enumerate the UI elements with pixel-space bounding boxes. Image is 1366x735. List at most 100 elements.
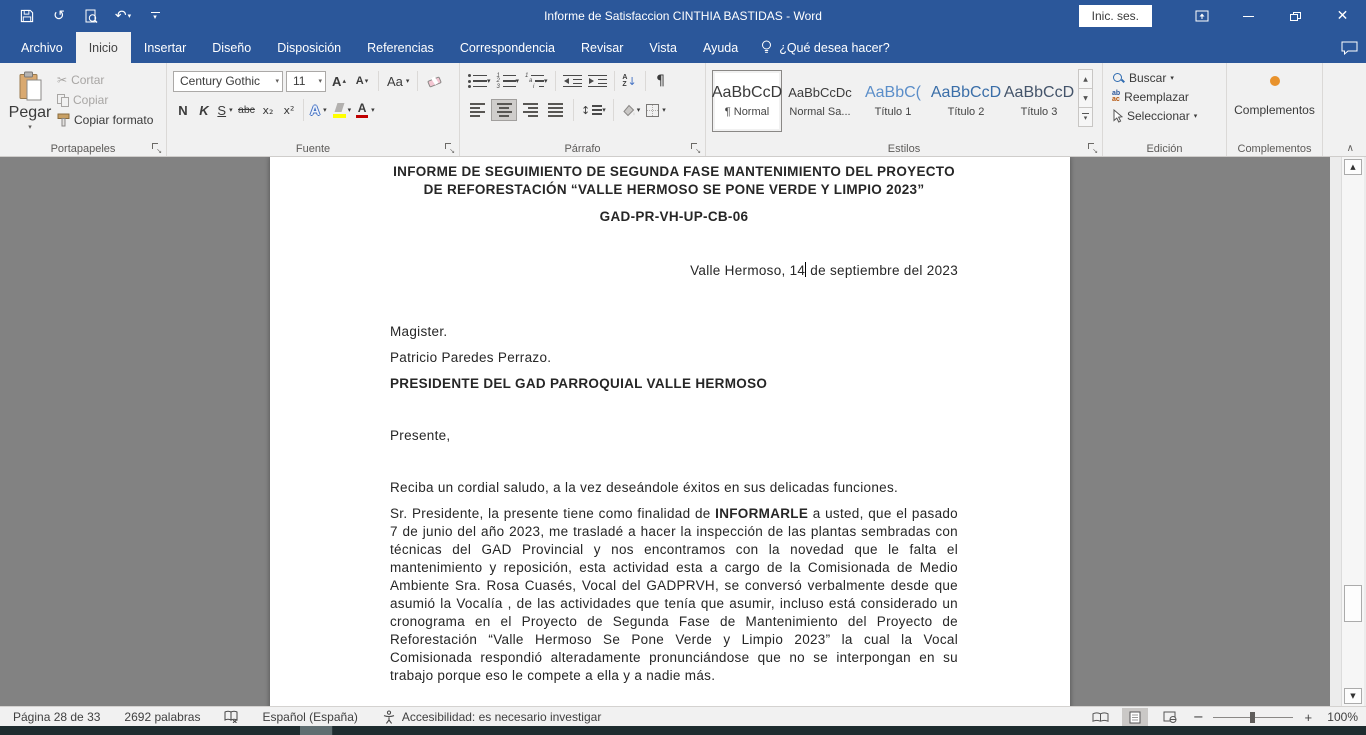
restore-button[interactable] — [1272, 0, 1319, 32]
tab-revisar[interactable]: Revisar — [568, 32, 636, 63]
format-painter-button[interactable]: Copiar formato — [54, 112, 156, 128]
cut-button[interactable]: ✂Cortar — [54, 72, 156, 88]
align-left-button[interactable] — [466, 100, 490, 120]
tab-disposicion[interactable]: Disposición — [264, 32, 354, 63]
minimize-button[interactable] — [1225, 0, 1272, 32]
collapse-ribbon-button[interactable]: ∧ — [1347, 143, 1354, 154]
save-button[interactable] — [14, 4, 40, 28]
view-print-layout-button[interactable] — [1122, 708, 1148, 726]
scroll-down-button[interactable]: ▼ — [1344, 688, 1362, 704]
scroll-thumb[interactable] — [1344, 585, 1362, 622]
signin-button[interactable]: Inic. ses. — [1079, 5, 1152, 27]
font-color-button[interactable]: A▾ — [354, 99, 377, 121]
show-marks-button[interactable]: ¶ — [651, 70, 671, 92]
find-button[interactable]: Buscar▾ — [1109, 70, 1222, 86]
tab-archivo[interactable]: Archivo — [8, 32, 76, 63]
tab-diseno[interactable]: Diseño — [199, 32, 264, 63]
shrink-font-button[interactable]: A▾ — [352, 70, 372, 92]
addins-button[interactable] — [1227, 76, 1322, 86]
tab-ayuda[interactable]: Ayuda — [690, 32, 751, 63]
dialog-launcher-paragraph[interactable] — [690, 142, 701, 153]
bold-button[interactable]: N — [173, 99, 193, 121]
styles-scroll-up-button[interactable]: ▲ — [1078, 69, 1093, 89]
grow-font-button[interactable]: A▴ — [329, 70, 349, 92]
dialog-launcher-clipboard[interactable] — [151, 142, 162, 153]
dialog-launcher-font[interactable] — [444, 142, 455, 153]
zoom-slider-thumb[interactable] — [1250, 712, 1255, 723]
clear-formatting-button[interactable] — [424, 70, 444, 92]
zoom-percentage[interactable]: 100% — [1327, 710, 1358, 724]
font-name-combo[interactable]: Century Gothic▾ — [173, 71, 283, 92]
styles-scroll-down-button[interactable]: ▼ — [1078, 88, 1093, 108]
text-effects-button[interactable]: A▾ — [308, 99, 329, 121]
doc-code[interactable]: GAD-PR-VH-UP-CB-06 — [390, 208, 958, 226]
borders-button[interactable]: ▾ — [644, 99, 668, 121]
status-page-info[interactable]: Página 28 de 33 — [13, 710, 100, 724]
align-right-button[interactable] — [518, 100, 542, 120]
doc-title[interactable]: INFORME DE SEGUIMIENTO DE SEGUNDA FASE M… — [390, 163, 958, 199]
style-card-titulo-2[interactable]: AaBbCcDTítulo 2 — [931, 70, 1001, 132]
style-card-normal[interactable]: AaBbCcD¶ Normal — [712, 70, 782, 132]
line-spacing-button[interactable]: ↕▾ — [579, 99, 608, 121]
bullets-button[interactable]: ▾ — [466, 70, 493, 92]
feedback-button[interactable] — [1341, 32, 1358, 63]
redo-button[interactable]: ↺ — [46, 4, 72, 28]
dialog-launcher-styles[interactable] — [1087, 142, 1098, 153]
underline-button[interactable]: S▾ — [215, 99, 235, 121]
vertical-scrollbar[interactable]: ▲ ▼ — [1341, 157, 1364, 706]
status-word-count[interactable]: 2692 palabras — [124, 710, 200, 724]
multilevel-list-button[interactable]: 1ai ▾ — [523, 70, 550, 92]
doc-salutation[interactable]: Presente, — [390, 427, 958, 445]
italic-button[interactable]: K — [194, 99, 214, 121]
view-web-layout-button[interactable] — [1157, 708, 1183, 726]
tell-me-box[interactable]: ¿Qué desea hacer? — [751, 32, 900, 63]
qat-customize-button[interactable]: ▾ — [142, 4, 168, 28]
undo-button[interactable]: ↶▾ — [110, 4, 136, 28]
highlight-button[interactable]: ▾ — [330, 99, 354, 121]
tab-correspondencia[interactable]: Correspondencia — [447, 32, 568, 63]
doc-body-paragraph[interactable]: Sr. Presidente, la presente tiene como f… — [390, 505, 958, 685]
doc-addressee-3[interactable]: PRESIDENTE DEL GAD PARROQUIAL VALLE HERM… — [390, 375, 958, 393]
status-accessibility[interactable]: Accesibilidad: es necesario investigar — [382, 710, 601, 724]
strikethrough-button[interactable]: abc — [236, 99, 257, 121]
style-card-normal-sa[interactable]: AaBbCcDcNormal Sa... — [785, 70, 855, 132]
style-card-titulo-3[interactable]: AaBbCcDTítulo 3 — [1004, 70, 1074, 132]
replace-button[interactable]: abacReemplazar — [1109, 89, 1222, 105]
superscript-button[interactable]: x² — [279, 99, 299, 121]
increase-indent-button[interactable] — [586, 70, 609, 92]
styles-gallery-button[interactable]: ▾ — [1078, 107, 1093, 127]
print-preview-button[interactable] — [78, 4, 104, 28]
decrease-indent-button[interactable] — [561, 70, 584, 92]
document-page[interactable]: INFORME DE SEGUIMIENTO DE SEGUNDA FASE M… — [270, 157, 1070, 706]
doc-addressee-2[interactable]: Patricio Paredes Perrazo. — [390, 349, 958, 367]
justify-button[interactable] — [544, 100, 568, 120]
shading-button[interactable]: ▾ — [619, 99, 643, 121]
sort-button[interactable]: AZ↓ — [620, 70, 640, 92]
scroll-up-button[interactable]: ▲ — [1344, 159, 1362, 175]
style-card-titulo-1[interactable]: AaBbC(Título 1 — [858, 70, 928, 132]
view-read-mode-button[interactable] — [1087, 708, 1113, 726]
zoom-slider[interactable] — [1213, 717, 1293, 718]
align-center-button[interactable] — [492, 100, 516, 120]
copy-button[interactable]: Copiar — [54, 92, 156, 108]
tab-inicio[interactable]: Inicio — [76, 32, 131, 63]
tab-referencias[interactable]: Referencias — [354, 32, 447, 63]
tab-vista[interactable]: Vista — [636, 32, 690, 63]
addins-label[interactable]: Complementos — [1227, 103, 1322, 117]
tab-insertar[interactable]: Insertar — [131, 32, 199, 63]
doc-date-line[interactable]: Valle Hermoso, 14 de septiembre del 2023 — [390, 262, 958, 280]
zoom-out-button[interactable]: − — [1192, 710, 1204, 725]
subscript-button[interactable]: x₂ — [258, 99, 278, 121]
numbering-button[interactable]: 123 ▾ — [495, 70, 522, 92]
doc-addressee-1[interactable]: Magister. — [390, 323, 958, 341]
paste-button[interactable]: Pegar ▾ — [6, 69, 54, 140]
select-button[interactable]: Seleccionar▾ — [1109, 108, 1222, 124]
ribbon-display-options-button[interactable] — [1178, 0, 1225, 32]
doc-greeting[interactable]: Reciba un cordial saludo, a la vez deseá… — [390, 479, 958, 497]
status-language[interactable]: Español (España) — [262, 710, 357, 724]
status-proofing[interactable] — [224, 710, 238, 723]
zoom-in-button[interactable]: + — [1302, 710, 1314, 725]
change-case-button[interactable]: Aa▾ — [385, 70, 411, 92]
close-button[interactable]: ✕ — [1319, 0, 1366, 32]
font-size-combo[interactable]: 11▾ — [286, 71, 326, 92]
